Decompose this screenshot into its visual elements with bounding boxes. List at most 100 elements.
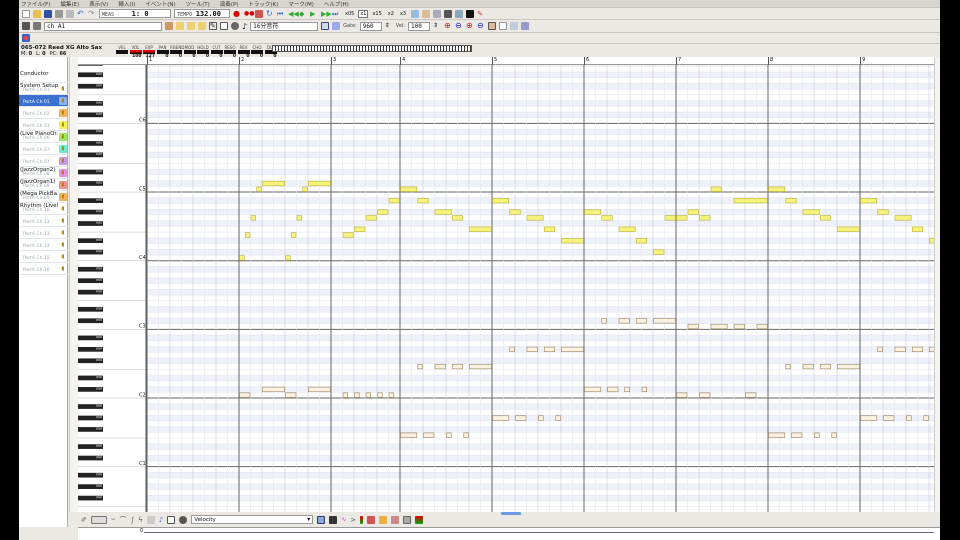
accompaniment-note[interactable] <box>354 392 360 398</box>
track-item[interactable]: PortA Ch.13 ◖ <box>19 227 68 239</box>
zoom-out-icon[interactable]: ⊖ <box>455 22 463 30</box>
melody-note[interactable] <box>308 180 331 187</box>
speaker-icon[interactable]: ◖ <box>59 109 67 117</box>
speed-x3[interactable]: x3 <box>398 10 408 18</box>
melody-note[interactable] <box>377 209 389 215</box>
new-file-icon[interactable] <box>22 9 30 18</box>
melody-note[interactable] <box>877 209 889 215</box>
melody-note[interactable] <box>400 186 418 192</box>
display-option-4-icon[interactable] <box>520 22 529 30</box>
note-tool-icon[interactable]: ♪ <box>159 516 163 524</box>
control-hold-slider[interactable]: HOLD0 <box>197 45 209 59</box>
accompaniment-note[interactable] <box>469 363 492 370</box>
menu-item-7[interactable]: トラック(K) <box>248 0 278 8</box>
accompaniment-note[interactable] <box>377 392 383 398</box>
loop-icon[interactable]: ↻ <box>266 9 274 18</box>
redo-icon[interactable]: ↷ <box>88 9 96 18</box>
melody-note[interactable] <box>509 209 521 215</box>
control-reso-slider[interactable]: RESO0 <box>224 45 236 59</box>
menu-item-2[interactable]: 表示(V) <box>89 0 108 8</box>
track-item[interactable]: PortA Ch.01 ◖ <box>19 95 68 107</box>
display-option-2-icon[interactable] <box>498 22 507 30</box>
measure-marker-1[interactable]: 1 <box>147 57 152 65</box>
hand-tool-2-icon[interactable] <box>187 22 195 30</box>
accompaniment-note[interactable] <box>745 392 757 398</box>
melody-note[interactable] <box>733 198 768 204</box>
melody-note[interactable] <box>710 186 722 192</box>
control-exp-slider[interactable]: EXP127 <box>143 45 155 59</box>
accompaniment-note[interactable] <box>607 386 619 393</box>
melody-note[interactable] <box>434 209 452 215</box>
accompaniment-note[interactable] <box>239 392 251 398</box>
track-item[interactable]: PortA Ch.07 ◖ <box>19 155 68 167</box>
melody-note[interactable] <box>664 215 676 221</box>
melody-note[interactable] <box>561 238 584 244</box>
punch-icon[interactable] <box>255 9 263 18</box>
accompaniment-note[interactable] <box>423 432 435 438</box>
accompaniment-note[interactable] <box>894 346 906 353</box>
melody-note[interactable] <box>256 186 262 192</box>
accompaniment-note[interactable] <box>515 415 527 421</box>
speaker-icon[interactable]: ◖ <box>59 121 67 129</box>
melody-note[interactable] <box>768 186 786 192</box>
vel-spinner-icon[interactable]: ⇕ <box>433 22 441 30</box>
melody-note[interactable] <box>676 215 688 221</box>
menu-item-5[interactable]: ツール(T) <box>186 0 210 8</box>
menu-item-4[interactable]: イベント(N) <box>145 0 175 8</box>
melody-note[interactable] <box>526 215 544 221</box>
print-icon[interactable] <box>55 9 63 18</box>
speaker-icon[interactable]: ◖ <box>59 169 67 177</box>
speaker-icon[interactable]: ◖ <box>59 217 67 225</box>
control-mod-slider[interactable]: MOD0 <box>183 45 196 59</box>
menu-item-3[interactable]: 挿入(I) <box>118 0 135 8</box>
melody-note[interactable] <box>388 198 400 204</box>
accompaniment-note[interactable] <box>262 386 285 393</box>
note-length-select[interactable]: 16分音符 <box>250 21 319 31</box>
piano-roll-canvas[interactable]: C6 C5 C4 C3 C2 C1 <box>78 65 934 512</box>
accompaniment-note[interactable] <box>624 386 630 393</box>
vel-input[interactable]: 100 <box>407 21 430 31</box>
accompaniment-note[interactable] <box>860 415 878 421</box>
menu-item-1[interactable]: 編集(E) <box>60 0 79 8</box>
accompaniment-note[interactable] <box>538 415 544 421</box>
accompaniment-note[interactable] <box>676 392 688 398</box>
accompaniment-note[interactable] <box>785 363 791 370</box>
control-vol-slider[interactable]: VOL100 <box>129 45 142 59</box>
melody-note[interactable] <box>653 249 665 255</box>
lock-icon[interactable] <box>379 515 388 524</box>
meter-icon[interactable] <box>415 515 424 524</box>
measure-marker-3[interactable]: 3 <box>331 57 336 65</box>
accompaniment-note[interactable] <box>733 323 745 330</box>
controller-select[interactable]: Velocity <box>191 515 314 524</box>
accompaniment-note[interactable] <box>877 346 883 353</box>
accompaniment-note[interactable] <box>653 318 676 324</box>
accompaniment-note[interactable] <box>831 432 837 438</box>
curve-tool-3-icon[interactable]: ⌒ <box>119 515 126 525</box>
record-icon[interactable]: ● <box>233 9 241 18</box>
vertical-scrollbar[interactable] <box>934 57 940 527</box>
menu-item-6[interactable]: 演奏(P) <box>220 0 239 8</box>
control-cut-slider[interactable]: CUT0 <box>210 45 223 59</box>
hand-tool-3-icon[interactable] <box>198 22 206 30</box>
accompaniment-note[interactable] <box>463 432 469 438</box>
track-item[interactable]: PortA Ch.07 ◖ <box>19 143 68 155</box>
undo-icon[interactable]: ↶ <box>77 9 85 18</box>
speaker-icon[interactable]: ◖ <box>59 97 67 105</box>
window-option-icon[interactable] <box>403 515 412 524</box>
speaker-icon[interactable]: ◖ <box>59 229 67 237</box>
accompaniment-note[interactable] <box>434 363 446 370</box>
flag-icon[interactable] <box>367 515 376 524</box>
melody-note[interactable] <box>244 232 251 238</box>
snap-icon[interactable] <box>332 22 341 30</box>
pencil-tool-icon[interactable]: ✎ <box>209 22 217 30</box>
track-item[interactable]: (JazzOrgan1) PortA Ch.08 ◖ <box>19 179 68 191</box>
mini-keyboard[interactable] <box>272 45 472 52</box>
accompaniment-note[interactable] <box>365 392 372 398</box>
horizontal-scroll-thumb[interactable] <box>501 512 521 515</box>
step-record-icon[interactable]: ●● <box>244 10 254 18</box>
melody-note[interactable] <box>837 226 860 232</box>
menu-item-8[interactable]: マーク(M) <box>288 0 314 8</box>
accompaniment-note[interactable] <box>555 415 561 421</box>
speed-x1[interactable]: x1 <box>358 9 369 18</box>
measure-marker-6[interactable]: 6 <box>584 57 589 65</box>
